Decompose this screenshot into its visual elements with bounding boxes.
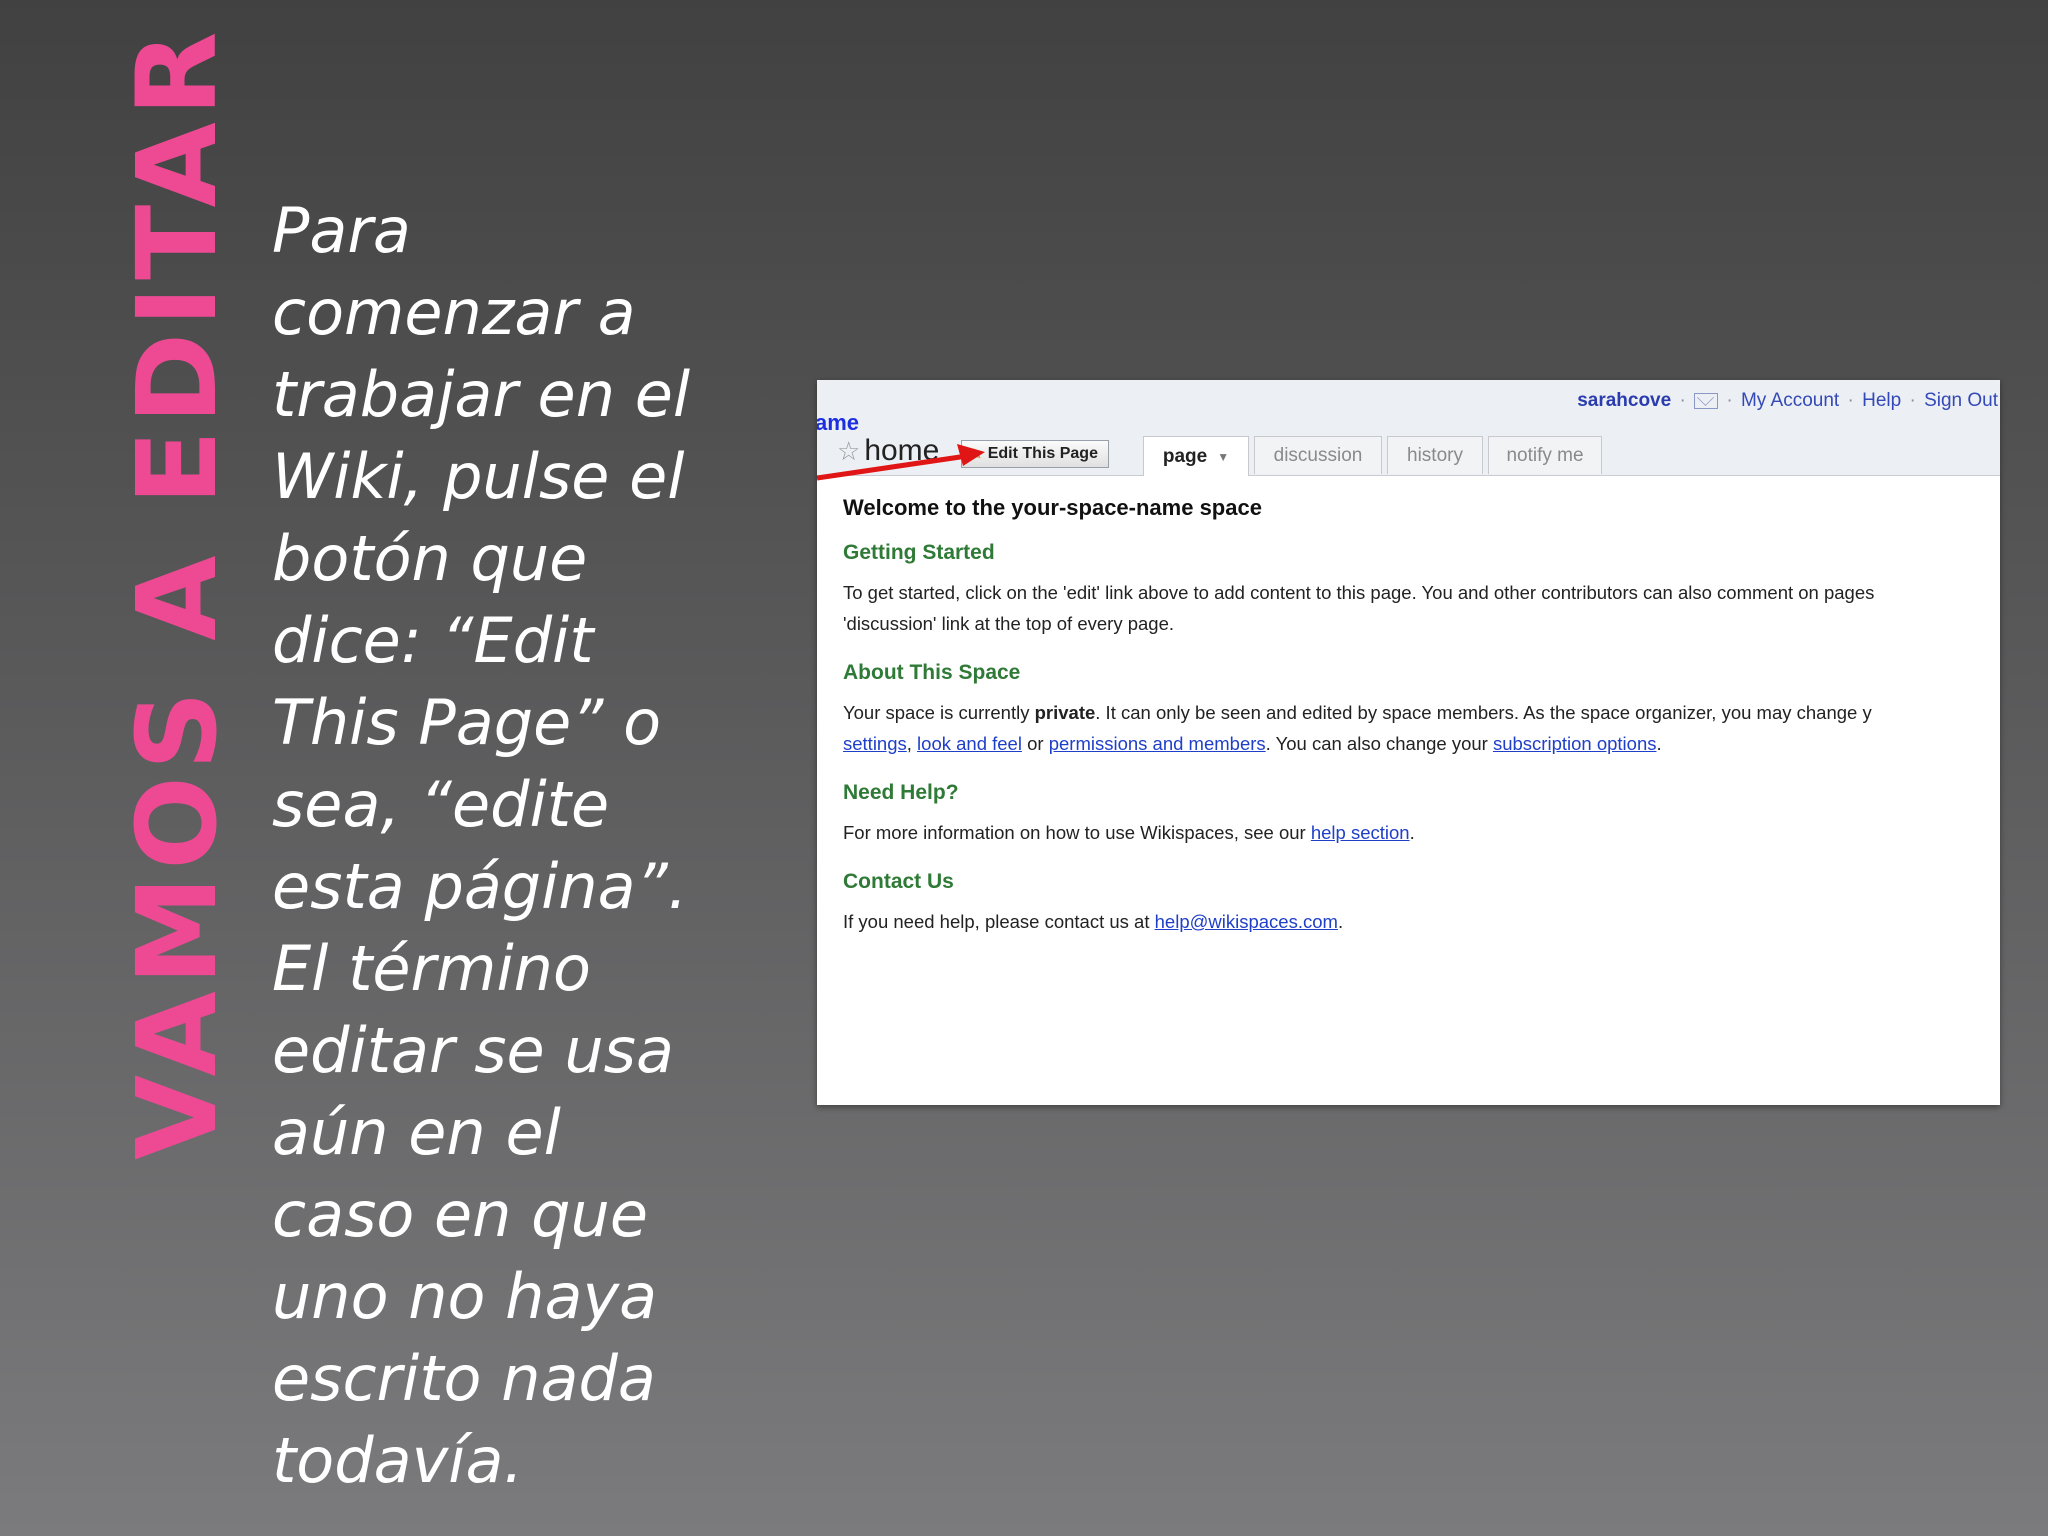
private-label: private bbox=[1034, 702, 1096, 723]
permissions-link[interactable]: permissions and members bbox=[1049, 733, 1266, 754]
welcome-heading: Welcome to the your-space-name space bbox=[843, 495, 1262, 520]
tab-history[interactable]: history bbox=[1387, 436, 1483, 474]
red-arrow-annotation bbox=[817, 444, 985, 481]
text-fragment: . It can only be seen and edited by spac… bbox=[1095, 702, 1872, 723]
text-line: To get started, click on the 'edit' link… bbox=[843, 582, 1875, 603]
body-line: El término bbox=[272, 932, 591, 1005]
body-line: Wiki, pulse el bbox=[272, 440, 685, 513]
tab-label: discussion bbox=[1273, 444, 1363, 466]
text-fragment: Your space is currently bbox=[843, 702, 1035, 723]
body-line: caso en que bbox=[272, 1178, 648, 1251]
help-section-link[interactable]: help section bbox=[1311, 822, 1410, 843]
mail-icon[interactable] bbox=[1694, 392, 1719, 409]
separator: · bbox=[1909, 390, 1916, 411]
sign-out-link[interactable]: Sign Out bbox=[1924, 390, 1998, 411]
tab-label: notify me bbox=[1506, 444, 1584, 466]
slide-body-text: Para comenzar a trabajar en el Wiki, pul… bbox=[272, 190, 792, 1502]
text-fragment: . bbox=[1409, 822, 1415, 843]
contact-text: If you need help, please contact us at h… bbox=[843, 906, 2000, 937]
separator: · bbox=[1679, 390, 1686, 411]
body-line: This Page” o bbox=[272, 686, 662, 759]
body-line: escrito nada bbox=[272, 1342, 656, 1415]
text-fragment: For more information on how to use Wikis… bbox=[843, 822, 1311, 843]
about-text: Your space is currently private. It can … bbox=[843, 697, 2000, 759]
contact-email-link[interactable]: help@wikispaces.com bbox=[1155, 911, 1338, 932]
body-line: editar se usa bbox=[272, 1014, 674, 1087]
text-fragment: . bbox=[1337, 911, 1344, 932]
my-account-link[interactable]: My Account bbox=[1741, 390, 1839, 411]
separator: · bbox=[1726, 390, 1733, 411]
body-line: Para bbox=[272, 194, 411, 267]
body-line: todavía. bbox=[272, 1424, 524, 1497]
contact-heading: Contact Us bbox=[843, 870, 954, 893]
need-help-heading: Need Help? bbox=[843, 781, 959, 804]
tab-page[interactable]: page ▼ bbox=[1143, 436, 1249, 476]
need-help-text: For more information on how to use Wikis… bbox=[843, 817, 2000, 848]
getting-started-heading: Getting Started bbox=[843, 541, 995, 564]
separator: · bbox=[1847, 390, 1854, 411]
body-line: botón que bbox=[272, 522, 588, 595]
text-line: 'discussion' link at the top of every pa… bbox=[843, 613, 1175, 634]
text-fragment: . bbox=[1656, 733, 1662, 754]
body-line: trabajar en el bbox=[272, 358, 691, 431]
text-fragment: If you need help, please contact us at bbox=[843, 911, 1155, 932]
chevron-down-icon[interactable]: ▼ bbox=[1217, 450, 1229, 464]
wiki-screenshot: sarahcove · · My Account · Help · Sign O… bbox=[817, 380, 2000, 1105]
user-link[interactable]: sarahcove bbox=[1577, 390, 1671, 411]
body-line: comenzar a bbox=[272, 276, 636, 349]
body-line: aún en el bbox=[272, 1096, 561, 1169]
body-line: uno no haya bbox=[272, 1260, 658, 1333]
getting-started-text: To get started, click on the 'edit' link… bbox=[843, 577, 2000, 639]
tab-label: page bbox=[1162, 445, 1208, 467]
subscription-options-link[interactable]: subscription options bbox=[1493, 733, 1657, 754]
text-fragment: or bbox=[1021, 733, 1049, 754]
body-line: sea, “edite bbox=[272, 768, 610, 841]
body-line: esta página”. bbox=[272, 850, 688, 923]
text-fragment: , bbox=[906, 733, 918, 754]
text-fragment: . You can also change your bbox=[1265, 733, 1493, 754]
tab-discussion[interactable]: discussion bbox=[1254, 436, 1382, 474]
look-and-feel-link[interactable]: look and feel bbox=[917, 733, 1022, 754]
help-link[interactable]: Help bbox=[1862, 390, 1901, 411]
slide-title: VAMOS A EDITAR bbox=[113, 25, 241, 1160]
settings-link[interactable]: settings bbox=[843, 733, 907, 754]
tab-notify-me[interactable]: notify me bbox=[1488, 436, 1602, 474]
user-bar: sarahcove · · My Account · Help · Sign O… bbox=[1577, 390, 1998, 412]
wiki-content: Welcome to the your-space-name space Get… bbox=[843, 495, 2000, 959]
about-heading: About This Space bbox=[843, 661, 1021, 684]
tab-label: history bbox=[1407, 444, 1463, 466]
body-line: dice: “Edit bbox=[272, 604, 594, 677]
